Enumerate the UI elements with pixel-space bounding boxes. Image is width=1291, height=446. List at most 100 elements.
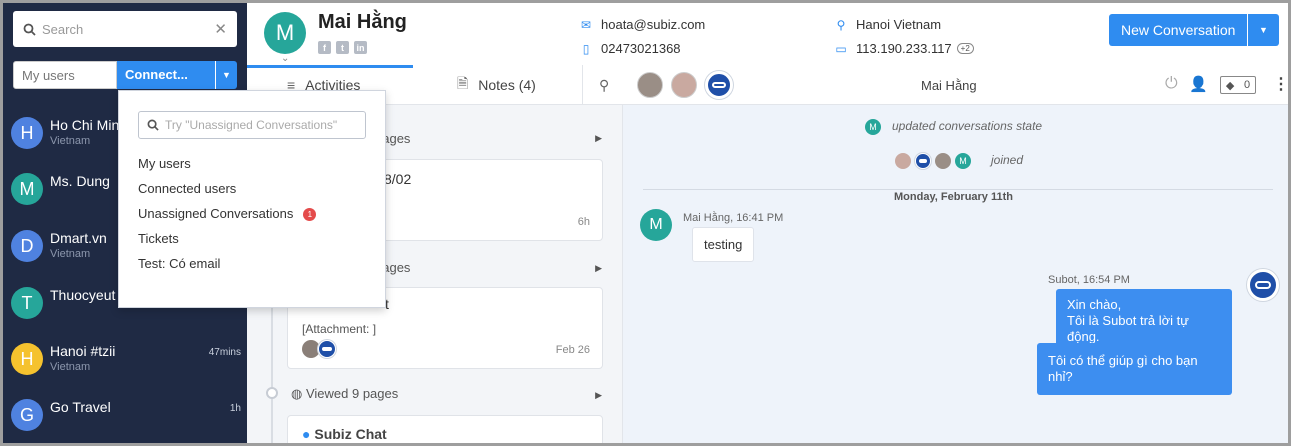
- chat-area: M updated conversations state M joined M…: [623, 105, 1288, 443]
- conversation-name: Hanoi #tzii: [50, 343, 116, 359]
- dropdown-item-unassigned[interactable]: Unassigned Conversations 1: [138, 206, 317, 222]
- avatar: M: [955, 153, 971, 169]
- card-time: Feb 26: [555, 344, 590, 356]
- chevron-down-icon[interactable]: ⌄: [281, 53, 289, 64]
- filter-dropdown: Try "Unassigned Conversations" My users …: [118, 90, 386, 308]
- contact-ip: ▭ 113.190.233.117 +2: [834, 41, 974, 56]
- email-value: hoata@subiz.com: [601, 17, 706, 32]
- contact-name: Mai Hằng: [318, 11, 407, 33]
- search-icon: [23, 23, 36, 36]
- bot-icon: [318, 340, 336, 358]
- dropdown-item-connected-users[interactable]: Connected users: [138, 181, 236, 196]
- avatar: H: [11, 343, 43, 375]
- agent-avatar[interactable]: [671, 72, 697, 98]
- dropdown-item-my-users[interactable]: My users: [138, 156, 191, 171]
- message-meta: Mai Hằng, 16:41 PM: [683, 212, 784, 224]
- timeline-row-label: Viewed 9 pages: [305, 386, 399, 401]
- timeline-row[interactable]: ◍ Viewed 9 pages: [291, 386, 398, 402]
- agent-avatar: [895, 153, 911, 169]
- activity-card[interactable]: ● Subiz Chat: [287, 415, 603, 443]
- bot-icon: [915, 153, 931, 169]
- tab-label: Notes (4): [478, 77, 536, 93]
- dropdown-item-tickets[interactable]: Tickets: [138, 231, 179, 246]
- bot-icon: [1247, 269, 1279, 301]
- avatar: M: [640, 209, 672, 241]
- message-bubble: Tôi có thể giúp gì cho bạn nhỉ?: [1037, 343, 1232, 395]
- conversation-time: 47mins: [208, 347, 241, 358]
- card-title: 8/02: [384, 171, 412, 187]
- chevron-right-icon[interactable]: ▶: [595, 133, 602, 144]
- chat-header: Mai Hằng ⏻ 👤 ◆ 0 ⋮: [623, 65, 1288, 105]
- contact-location: ⚲ Hanoi Vietnam: [834, 17, 941, 32]
- globe-icon: ◍: [291, 386, 303, 401]
- chevron-down-icon[interactable]: ▼: [1247, 14, 1279, 46]
- avatar: D: [11, 230, 43, 262]
- dropdown-search-placeholder: Try "Unassigned Conversations": [165, 118, 338, 132]
- card-attachment: [Attachment: ]: [302, 322, 377, 336]
- avatar: H: [11, 117, 43, 149]
- dropdown-item-label: Unassigned Conversations: [138, 206, 294, 221]
- location-value: Hanoi Vietnam: [856, 17, 942, 32]
- location-pin-icon: ⚲: [836, 17, 846, 32]
- filter-field[interactable]: My users: [13, 61, 117, 89]
- agent-avatar: [935, 153, 951, 169]
- message-meta: Subot, 16:54 PM: [1048, 274, 1130, 286]
- ip-value: 113.190.233.117: [856, 41, 952, 56]
- agent-avatar[interactable]: [637, 72, 663, 98]
- laptop-icon: ▭: [835, 41, 847, 56]
- avatar: M: [11, 173, 43, 205]
- avatar: M: [865, 119, 881, 135]
- tag-count: 0: [1244, 79, 1251, 91]
- card-title-text: Subiz Chat: [314, 426, 387, 442]
- power-icon[interactable]: ⏻: [1165, 75, 1178, 93]
- ip-more-badge[interactable]: +2: [956, 43, 974, 54]
- avatar: T: [11, 287, 43, 319]
- dropdown-search[interactable]: Try "Unassigned Conversations": [138, 111, 366, 139]
- conversation-location: Vietnam: [50, 135, 91, 147]
- conversation-name: Ho Chi Min: [50, 117, 120, 133]
- conversation-name: Ms. Dung: [50, 173, 110, 189]
- contact-email[interactable]: ✉ hoata@subiz.com: [579, 17, 705, 32]
- chevron-down-icon[interactable]: ▼: [215, 61, 237, 89]
- new-conversation-button[interactable]: New Conversation ▼: [1109, 14, 1279, 46]
- bot-icon[interactable]: [705, 71, 733, 99]
- dropdown-item-test[interactable]: Test: Có email: [138, 256, 220, 271]
- system-message: joined: [991, 153, 1024, 167]
- facebook-icon[interactable]: f: [318, 41, 331, 54]
- tab-location[interactable]: ⚲: [582, 65, 619, 105]
- tag-button[interactable]: ◆ 0: [1220, 76, 1256, 94]
- chevron-right-icon[interactable]: ▶: [595, 390, 602, 401]
- search-icon: [147, 119, 159, 131]
- phone-icon: ▯: [582, 41, 590, 56]
- social-links: f t in: [318, 41, 367, 54]
- conversation-item[interactable]: G Go Travel 1h: [3, 389, 247, 443]
- conversation-item[interactable]: H Hanoi #tzii Vietnam 47mins: [3, 333, 247, 387]
- contact-header: M ⌄ Mai Hằng f t in ✉ hoata@subiz.com ▯ …: [247, 3, 1288, 65]
- contact-avatar: M: [264, 12, 306, 54]
- search-placeholder: Search: [42, 21, 84, 37]
- twitter-icon[interactable]: t: [336, 41, 349, 54]
- message-bubble: testing: [692, 227, 755, 262]
- system-message: updated conversations state: [892, 119, 1043, 133]
- chevron-right-icon[interactable]: ▶: [595, 263, 602, 274]
- contact-phone[interactable]: ▯ 02473021368: [579, 41, 681, 56]
- conversation-name: Dmart.vn: [50, 230, 107, 246]
- card-time: 6h: [577, 216, 590, 228]
- conversation-location: Vietnam: [50, 248, 91, 260]
- tab-notes[interactable]: 🗎 Notes (4): [457, 65, 536, 105]
- connect-button[interactable]: Connect...: [117, 61, 215, 89]
- add-user-icon[interactable]: 👤: [1189, 75, 1208, 93]
- card-title: ● Subiz Chat: [302, 426, 387, 442]
- more-icon[interactable]: ⋮: [1273, 74, 1288, 94]
- clear-icon[interactable]: ✕: [214, 20, 227, 38]
- location-pin-icon: ⚲: [599, 76, 610, 93]
- conversation-location: Vietnam: [50, 361, 91, 373]
- date-label: Monday, February 11th: [888, 191, 1019, 203]
- app-window: Search ✕ My users Connect... ▼ H Ho Chi …: [0, 0, 1291, 446]
- linkedin-icon[interactable]: in: [354, 41, 367, 54]
- conversation-name: Go Travel: [50, 399, 111, 415]
- unassigned-badge: 1: [303, 208, 317, 222]
- phone-value: 02473021368: [601, 41, 681, 56]
- chat-contact-name: Mai Hằng: [921, 78, 977, 93]
- sidebar-search[interactable]: Search ✕: [13, 11, 237, 47]
